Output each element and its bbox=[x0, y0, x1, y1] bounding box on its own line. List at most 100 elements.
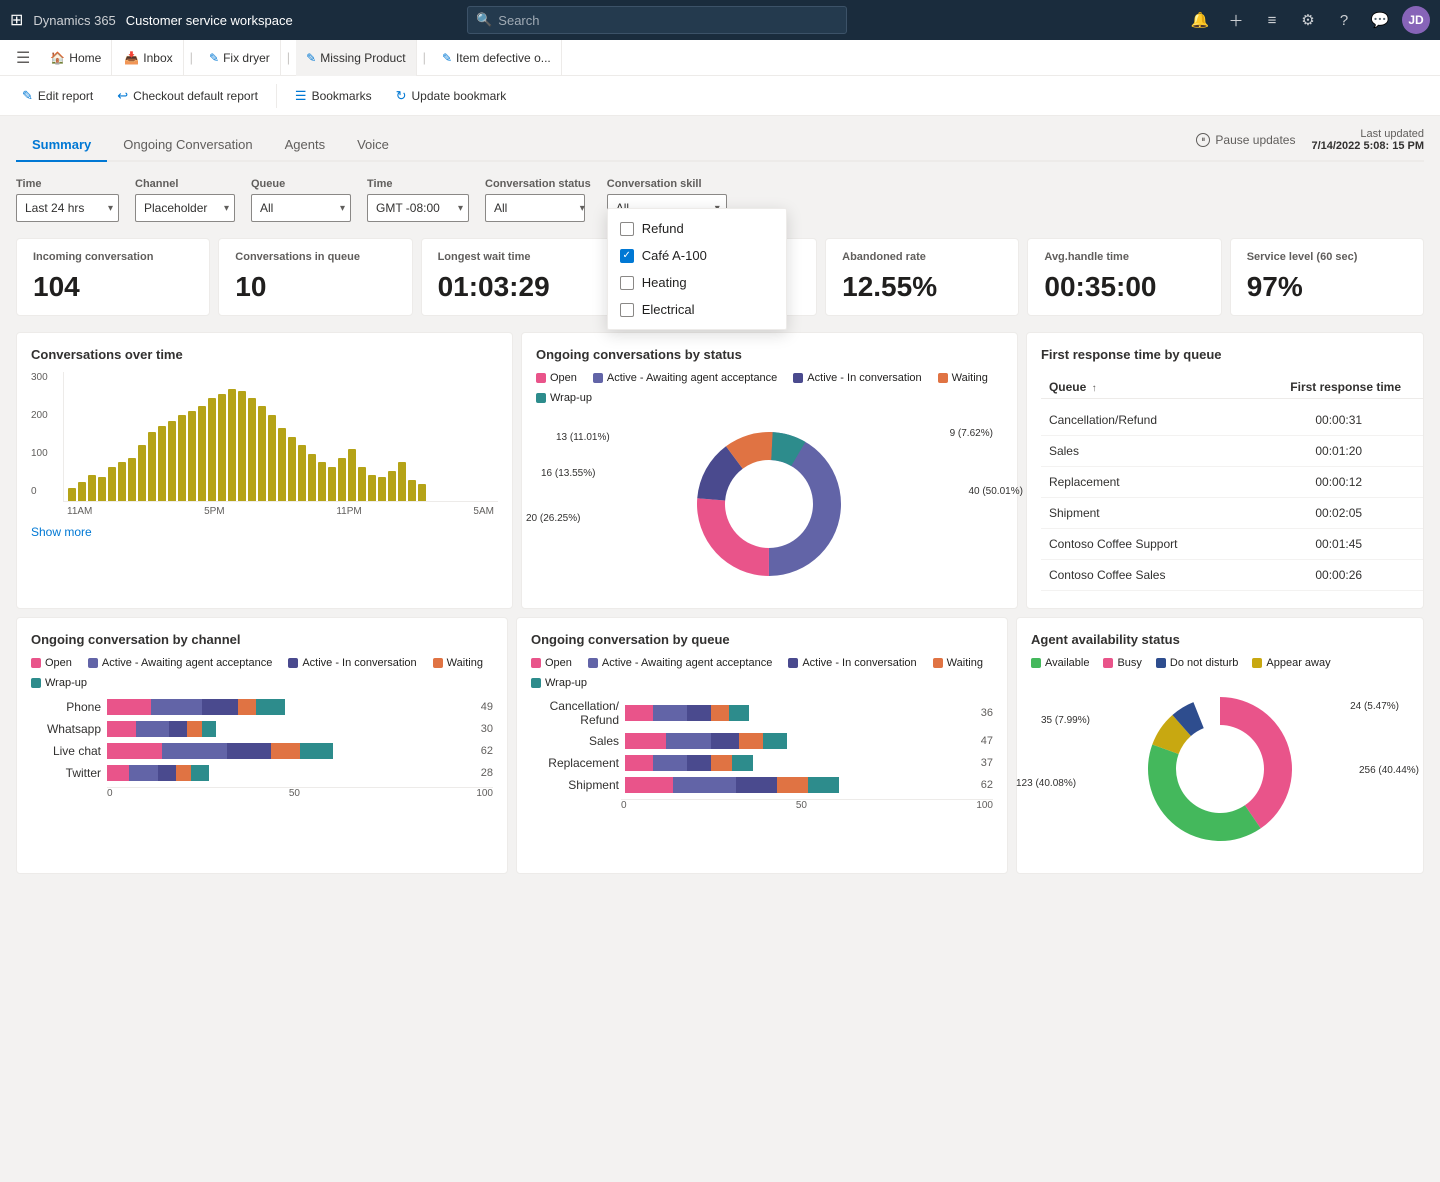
notification-icon[interactable]: 🔔 bbox=[1186, 6, 1214, 34]
bar-segment bbox=[298, 445, 306, 501]
tab-separator: | bbox=[186, 50, 197, 65]
bar-segment bbox=[168, 421, 176, 501]
hamburger-button[interactable]: ☰ bbox=[8, 40, 38, 76]
bar-segment bbox=[88, 475, 96, 501]
tab-voice[interactable]: Voice bbox=[341, 129, 405, 162]
bar-chart bbox=[63, 372, 498, 502]
search-bar[interactable]: 🔍 Search bbox=[467, 6, 847, 34]
chart-ongoing-by-channel: Ongoing conversation by channel Open Act… bbox=[16, 617, 508, 874]
filter-conv-skill: Conversation skill All Refund ✓ Café A-1… bbox=[607, 178, 727, 222]
chat-icon[interactable]: 💬 bbox=[1366, 6, 1394, 34]
queue-col-header[interactable]: Queue ↑ bbox=[1041, 376, 1105, 398]
bar-segment bbox=[208, 398, 216, 501]
case-icon-1: ✎ bbox=[209, 51, 219, 65]
table-row: Contoso Coffee Sales00:00:26 bbox=[1041, 560, 1423, 591]
queue-legend: Open Active - Awaiting agent acceptance … bbox=[531, 657, 993, 689]
agent-label-appear-away: 35 (7.99%) bbox=[1041, 715, 1090, 726]
conv-status-select-wrapper[interactable]: All Active Waiting bbox=[485, 194, 591, 222]
h-bar-track bbox=[625, 733, 971, 749]
table-row: Replacement00:00:12 bbox=[1041, 467, 1423, 498]
timezone-select[interactable]: GMT -08:00 GMT +00:00 bbox=[367, 194, 469, 222]
skill-option-refund[interactable]: Refund bbox=[608, 215, 786, 242]
skill-option-heating[interactable]: Heating bbox=[608, 269, 786, 296]
skill-checkbox-cafe[interactable]: ✓ bbox=[620, 249, 634, 263]
tab-home[interactable]: 🏠 Home bbox=[40, 40, 112, 76]
bar-segment bbox=[118, 462, 126, 501]
skill-checkbox-heating[interactable] bbox=[620, 276, 634, 290]
home-icon: 🏠 bbox=[50, 51, 65, 65]
bar-segment bbox=[148, 432, 156, 501]
bar-segment bbox=[158, 426, 166, 501]
queue-bars: Cancellation/ Refund36Sales47Replacement… bbox=[531, 699, 993, 793]
pause-updates-button[interactable]: ⏸ Pause updates bbox=[1196, 133, 1295, 147]
main-content: Summary Ongoing Conversation Agents Voic… bbox=[0, 116, 1440, 894]
table-row: Shipment00:02:05 bbox=[1041, 498, 1423, 529]
h-bar-row: Cancellation/ Refund36 bbox=[531, 699, 993, 727]
search-placeholder: Search bbox=[498, 13, 539, 28]
bar-segment bbox=[398, 462, 406, 501]
add-icon[interactable]: ＋ bbox=[1222, 6, 1250, 34]
update-bookmark-button[interactable]: ↻ Update bookmark bbox=[386, 80, 517, 112]
h-bar-track bbox=[107, 743, 471, 759]
agent-donut-svg bbox=[1120, 679, 1320, 859]
case-icon-2: ✎ bbox=[306, 51, 316, 65]
filter-queue: Queue All bbox=[251, 178, 351, 222]
queue-select-wrapper[interactable]: All bbox=[251, 194, 351, 222]
toolbar: ✎ Edit report ↩ Checkout default report … bbox=[0, 76, 1440, 116]
channel-select[interactable]: Placeholder Phone Chat bbox=[135, 194, 235, 222]
channel-bars: Phone49Whatsapp30Live chat62Twitter28 bbox=[31, 699, 493, 781]
kpi-abandoned-rate: Abandoned rate 12.55% bbox=[825, 238, 1019, 316]
channel-select-wrapper[interactable]: Placeholder Phone Chat bbox=[135, 194, 235, 222]
tab-fix-dryer[interactable]: ✎ Fix dryer bbox=[199, 40, 281, 76]
bar-segment bbox=[278, 428, 286, 501]
queue-table-scroll[interactable]: Cancellation/Refund00:00:31Sales00:01:20… bbox=[1041, 405, 1423, 591]
channel-legend: Open Active - Awaiting agent acceptance … bbox=[31, 657, 493, 689]
chart-conversations-over-time: Conversations over time 300 200 100 0 11… bbox=[16, 332, 513, 609]
tab-summary[interactable]: Summary bbox=[16, 129, 107, 162]
table-row: Contoso Coffee Support00:01:45 bbox=[1041, 529, 1423, 560]
skill-checkbox-refund[interactable] bbox=[620, 222, 634, 236]
last-updated: Last updated 7/14/2022 5:08: 15 PM bbox=[1311, 128, 1424, 152]
charts-row-2: Ongoing conversation by channel Open Act… bbox=[16, 617, 1424, 874]
skill-option-cafe[interactable]: ✓ Café A-100 bbox=[608, 242, 786, 269]
tab-inbox[interactable]: 📥 Inbox bbox=[114, 40, 183, 76]
donut-label-active: 40 (50.01%) bbox=[968, 486, 1022, 497]
filter-time2: Time GMT -08:00 GMT +00:00 bbox=[367, 178, 469, 222]
bar-segment bbox=[108, 467, 116, 501]
tab-ongoing-conversation[interactable]: Ongoing Conversation bbox=[107, 129, 268, 162]
timezone-select-wrapper[interactable]: GMT -08:00 GMT +00:00 bbox=[367, 194, 469, 222]
chart-first-response-time: First response time by queue Queue ↑ Fir… bbox=[1026, 332, 1424, 609]
bar-segment bbox=[308, 454, 316, 501]
tab-item-defective[interactable]: ✎ Item defective o... bbox=[432, 40, 562, 76]
time-select-wrapper[interactable]: Last 24 hrs Last 7 days Last 30 days bbox=[16, 194, 119, 222]
queue-select[interactable]: All bbox=[251, 194, 351, 222]
settings-icon[interactable]: ⚙ bbox=[1294, 6, 1322, 34]
skill-checkbox-electrical[interactable] bbox=[620, 303, 634, 317]
report-tabs-right: ⏸ Pause updates Last updated 7/14/2022 5… bbox=[1196, 128, 1424, 160]
kpi-conversations-in-queue: Conversations in queue 10 bbox=[218, 238, 412, 316]
bar-segment bbox=[128, 458, 136, 501]
h-bar-row: Sales47 bbox=[531, 733, 993, 749]
panel-icon[interactable]: ≡ bbox=[1258, 6, 1286, 34]
avatar[interactable]: JD bbox=[1402, 6, 1430, 34]
h-bar-row: Live chat62 bbox=[31, 743, 493, 759]
help-icon[interactable]: ? bbox=[1330, 6, 1358, 34]
bar-segment bbox=[138, 445, 146, 501]
grid-icon[interactable]: ⊞ bbox=[10, 10, 23, 30]
table-row: Cancellation/Refund00:00:31 bbox=[1041, 405, 1423, 436]
show-more-link[interactable]: Show more bbox=[31, 525, 498, 539]
bar-segment bbox=[178, 415, 186, 501]
bookmarks-button[interactable]: ☰ Bookmarks bbox=[285, 80, 382, 112]
conv-status-select[interactable]: All Active Waiting bbox=[485, 194, 585, 222]
time-select[interactable]: Last 24 hrs Last 7 days Last 30 days bbox=[16, 194, 119, 222]
tab-agents[interactable]: Agents bbox=[269, 129, 341, 162]
checkout-icon: ↩ bbox=[117, 88, 128, 104]
agent-legend: Available Busy Do not disturb Appear awa… bbox=[1031, 657, 1409, 669]
checkout-report-button[interactable]: ↩ Checkout default report bbox=[107, 80, 268, 112]
legend-active-awaiting: Active - Awaiting agent acceptance bbox=[593, 372, 777, 384]
donut-label-wrapup: 9 (7.62%) bbox=[950, 428, 993, 439]
edit-report-button[interactable]: ✎ Edit report bbox=[12, 80, 103, 112]
h-bar-track bbox=[107, 699, 471, 715]
skill-option-electrical[interactable]: Electrical bbox=[608, 296, 786, 323]
tab-missing-product[interactable]: ✎ Missing Product bbox=[296, 40, 416, 76]
